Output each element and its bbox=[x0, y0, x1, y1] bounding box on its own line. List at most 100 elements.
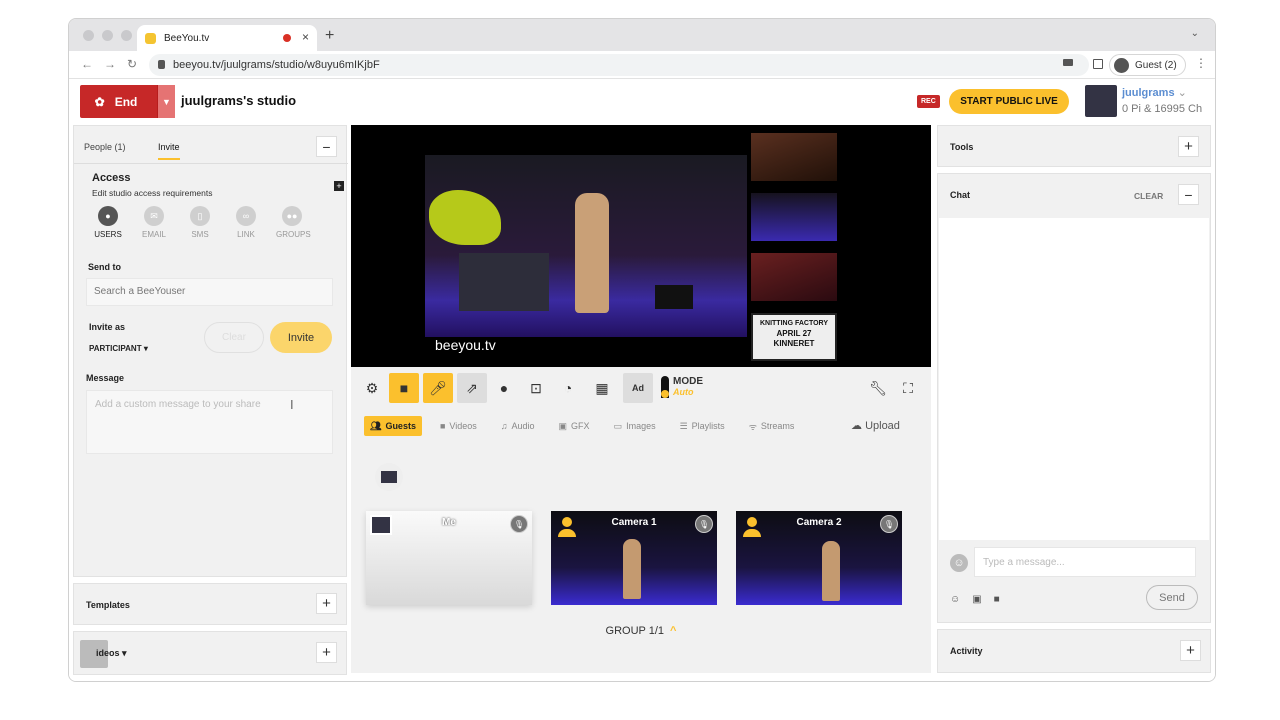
tab-gfx[interactable]: ▣ GFX bbox=[553, 416, 596, 436]
send-to-search-input[interactable]: Search a BeeYouser bbox=[86, 278, 333, 306]
send-button[interactable]: Send bbox=[1146, 585, 1198, 610]
camera-in-use-icon[interactable] bbox=[1063, 59, 1073, 66]
chat-messages bbox=[939, 218, 1209, 540]
tab-title: BeeYou.tv bbox=[164, 32, 210, 44]
settings-gear-icon[interactable]: ⚙ bbox=[357, 373, 387, 403]
tab-audio[interactable]: ♫ Audio bbox=[495, 416, 541, 436]
end-dropdown-chevron-icon[interactable]: ▼ bbox=[157, 85, 175, 118]
videos-dropdown[interactable]: ideos ▾ bbox=[96, 648, 127, 659]
list-icon: ☰ bbox=[679, 420, 688, 431]
stage-preview[interactable]: beeyou.tv KNITTING FACTORY APRIL 27 KINN… bbox=[351, 125, 931, 367]
tab-images[interactable]: ▭ Images bbox=[608, 416, 662, 436]
access-option-sms[interactable]: ▯ SMS bbox=[184, 206, 216, 239]
phone-icon: ▯ bbox=[190, 206, 210, 226]
stage-thumb-1 bbox=[751, 133, 837, 181]
email-icon: ✉ bbox=[144, 206, 164, 226]
username-menu[interactable]: juulgrams ⌄ bbox=[1122, 86, 1187, 99]
profile-button[interactable]: Guest (2) bbox=[1109, 54, 1186, 76]
collapse-chat-button[interactable]: − bbox=[1178, 184, 1199, 205]
camera-toggle-icon[interactable]: ■ bbox=[389, 373, 419, 403]
emoji-small-icon[interactable]: ☺ bbox=[950, 594, 960, 605]
video-attach-icon[interactable]: ■ bbox=[994, 594, 1000, 605]
tab-guests[interactable]: 👥︎ Guests bbox=[364, 416, 422, 436]
mic-icon[interactable]: 🎙︎ bbox=[510, 515, 528, 533]
tab-playlists[interactable]: ☰ Playlists bbox=[674, 416, 731, 436]
clear-button[interactable]: Clear bbox=[204, 322, 264, 353]
close-window-button[interactable] bbox=[83, 30, 94, 41]
new-tab-button[interactable]: + bbox=[325, 27, 334, 45]
browser-tab[interactable]: BeeYou.tv × bbox=[137, 25, 317, 51]
tab-search-chevron-icon[interactable]: ⌄ bbox=[1191, 28, 1199, 39]
tab-close-icon[interactable]: × bbox=[302, 30, 309, 44]
main-stage-video bbox=[425, 155, 747, 337]
end-label: End bbox=[114, 94, 138, 109]
ad-icon[interactable]: Ad bbox=[623, 373, 653, 403]
clear-chat-button[interactable]: CLEAR bbox=[1134, 191, 1163, 201]
amp bbox=[655, 285, 693, 309]
screen-share-icon[interactable]: ⇗ bbox=[457, 373, 487, 403]
add-tool-button[interactable]: + bbox=[1178, 136, 1199, 157]
access-title: Access bbox=[92, 172, 131, 184]
layout-grid-icon[interactable]: ▦ bbox=[587, 373, 617, 403]
maximize-window-button[interactable] bbox=[121, 30, 132, 41]
wrench-icon[interactable]: 🔧︎ bbox=[863, 373, 893, 403]
emoji-icon[interactable]: ☺ bbox=[950, 554, 968, 572]
record-dot-icon[interactable]: ● bbox=[489, 373, 519, 403]
chevron-up-icon[interactable]: ^ bbox=[670, 625, 676, 637]
activity-title: Activity bbox=[950, 646, 983, 656]
add-template-button[interactable]: + bbox=[316, 593, 337, 614]
collapse-panel-button[interactable]: − bbox=[316, 136, 337, 157]
start-public-live-button[interactable]: START PUBLIC LIVE bbox=[949, 89, 1069, 114]
access-option-users[interactable]: ● USERS bbox=[92, 206, 124, 239]
add-video-button[interactable]: + bbox=[316, 642, 337, 663]
performer-figure bbox=[822, 541, 840, 601]
currency-balance: 0 Pi & 16995 Ch bbox=[1122, 103, 1203, 115]
chat-title: Chat bbox=[950, 190, 970, 200]
tab-label: Guests bbox=[385, 421, 416, 431]
side-panel-icon[interactable] bbox=[1093, 59, 1103, 69]
tab-invite[interactable]: Invite bbox=[158, 142, 180, 160]
add-access-icon[interactable]: + bbox=[334, 181, 344, 191]
access-option-link[interactable]: ∞ LINK bbox=[230, 206, 262, 239]
forward-arrow-icon[interactable]: → bbox=[104, 57, 116, 71]
stage-decor bbox=[429, 190, 501, 245]
snapshot-icon[interactable]: ⊡ bbox=[521, 373, 551, 403]
minimize-window-button[interactable] bbox=[102, 30, 113, 41]
chat-panel: Chat CLEAR − ☺ Type a message... ☺ ▣ ■ S… bbox=[937, 173, 1211, 623]
videos-panel: ideos ▾ + bbox=[73, 631, 347, 675]
stage-thumb-2 bbox=[751, 193, 837, 241]
access-option-groups[interactable]: ●● GROUPS bbox=[276, 206, 311, 239]
invite-as-dropdown[interactable]: PARTICIPANT ▾ bbox=[89, 344, 148, 353]
url-field[interactable]: beeyou.tv/juulgrams/studio/w8uyu6mIKjbF bbox=[149, 54, 1089, 76]
reload-icon[interactable]: ↻ bbox=[127, 57, 137, 71]
image-attach-icon[interactable]: ▣ bbox=[972, 594, 981, 605]
guest-avatar[interactable] bbox=[375, 463, 403, 491]
browser-menu-icon[interactable]: ⋮ bbox=[1195, 56, 1207, 70]
tab-streams[interactable]: ᯤ Streams bbox=[743, 416, 801, 436]
add-activity-button[interactable]: + bbox=[1180, 640, 1201, 661]
fullscreen-icon[interactable]: ⛶ bbox=[893, 373, 923, 403]
mic-icon[interactable]: 🎙︎ bbox=[880, 515, 898, 533]
templates-title: Templates bbox=[86, 600, 130, 610]
camera-tile-me[interactable]: Me 🎙︎ bbox=[366, 511, 532, 605]
tab-videos[interactable]: ■ Videos bbox=[434, 416, 483, 436]
group-label: GROUP 1/1 bbox=[605, 625, 665, 637]
mode-sub: Auto bbox=[673, 387, 694, 397]
message-textarea[interactable]: Add a custom message to your share bbox=[86, 390, 333, 454]
chat-message-input[interactable]: Type a message... bbox=[974, 547, 1196, 577]
mode-toggle[interactable]: MODE Auto bbox=[673, 376, 703, 397]
group-pager[interactable]: GROUP 1/1 ^ bbox=[351, 625, 931, 637]
voice-icon[interactable]: ◔ bbox=[553, 373, 583, 403]
mic-icon[interactable]: 🎙︎ bbox=[695, 515, 713, 533]
user-avatar[interactable] bbox=[1085, 85, 1117, 117]
back-arrow-icon[interactable]: ← bbox=[81, 57, 93, 71]
tab-people[interactable]: People (1) bbox=[84, 142, 126, 152]
camera-tile-2[interactable]: Camera 2 🎙︎ bbox=[736, 511, 902, 605]
access-option-email[interactable]: ✉ EMAIL bbox=[138, 206, 170, 239]
microphone-toggle-icon[interactable]: 🎤︎ bbox=[423, 373, 453, 403]
camera-tile-1[interactable]: Camera 1 🎙︎ bbox=[551, 511, 717, 605]
studio-main: People (1) Invite − Access Edit studio a… bbox=[69, 125, 1215, 681]
upload-button[interactable]: ☁ Upload bbox=[851, 419, 900, 432]
invite-button[interactable]: Invite bbox=[270, 322, 332, 353]
tools-title: Tools bbox=[950, 142, 974, 152]
